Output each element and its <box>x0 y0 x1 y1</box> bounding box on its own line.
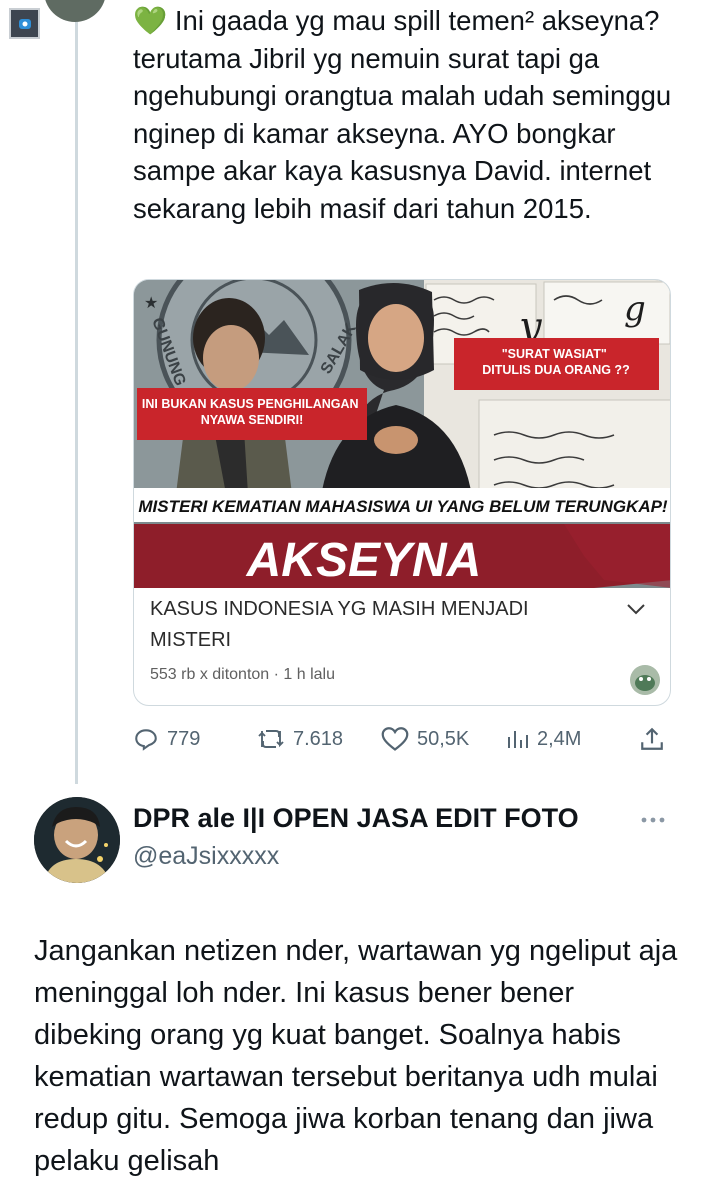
reply-text: Jangankan netizen nder, wartawan yg ngel… <box>34 935 686 1177</box>
views-count: 2,4M <box>537 727 582 750</box>
reply-count: 779 <box>167 727 201 750</box>
reply-author-avatar[interactable] <box>34 797 120 883</box>
label-right-line2: DITULIS DUA ORANG ?? <box>482 363 629 377</box>
label-left-line2: NYAWA SENDIRI! <box>201 413 304 427</box>
app-glyph-icon <box>18 18 31 29</box>
video-meta: 553 rb x ditonton · 1 h lalu <box>150 666 336 683</box>
reply-action[interactable]: 779 <box>133 722 200 756</box>
channel-avatar[interactable] <box>630 665 660 695</box>
video-thumbnail[interactable]: GUNUNG SALAK ★ ★ y g <box>134 280 670 588</box>
repost-count: 7.618 <box>293 727 344 750</box>
app-icon <box>9 8 40 39</box>
views-chart-icon <box>508 731 528 748</box>
like-action[interactable]: 50,5K <box>381 722 469 756</box>
share-action[interactable] <box>639 722 665 756</box>
reply-icon <box>135 729 157 751</box>
thumbnail-headline: MISTERI KEMATIAN MAHASISWA UI YANG BELUM… <box>138 497 668 516</box>
svg-text:★: ★ <box>144 293 158 312</box>
youtube-video-card[interactable]: GUNUNG SALAK ★ ★ y g <box>133 279 671 706</box>
share-icon <box>641 727 663 750</box>
chevron-down-icon[interactable] <box>626 602 646 616</box>
tweet-actions-bar: 779 7.618 50,5K 2,4M <box>133 722 673 756</box>
more-options-icon[interactable] <box>640 815 666 825</box>
tweet-text: 💚 Ini gaada yg mau spill temen² akseyna?… <box>133 5 687 224</box>
reply-author-handle[interactable]: @eaJsixxxxx <box>133 842 279 871</box>
previous-author-avatar[interactable] <box>44 0 106 22</box>
label-right-line1: "SURAT WASIAT" <box>502 347 607 361</box>
reply-author-name[interactable]: DPR ale I|I OPEN JASA EDIT FOTO <box>133 803 579 834</box>
views-action[interactable]: 2,4M <box>505 722 581 756</box>
thread-connector-line <box>75 22 78 784</box>
thumbnail-banner: AKSEYNA <box>246 534 482 587</box>
label-left-line1: INI BUKAN KASUS PENGHILANGAN <box>142 397 359 411</box>
video-title[interactable]: KASUS INDONESIA YG MASIH MENJADI MISTERI <box>150 594 600 656</box>
repost-action[interactable]: 7.618 <box>257 722 343 756</box>
svg-text:g: g <box>624 289 646 329</box>
heart-icon <box>381 727 409 751</box>
like-count: 50,5K <box>417 727 470 750</box>
repost-icon <box>258 730 284 748</box>
